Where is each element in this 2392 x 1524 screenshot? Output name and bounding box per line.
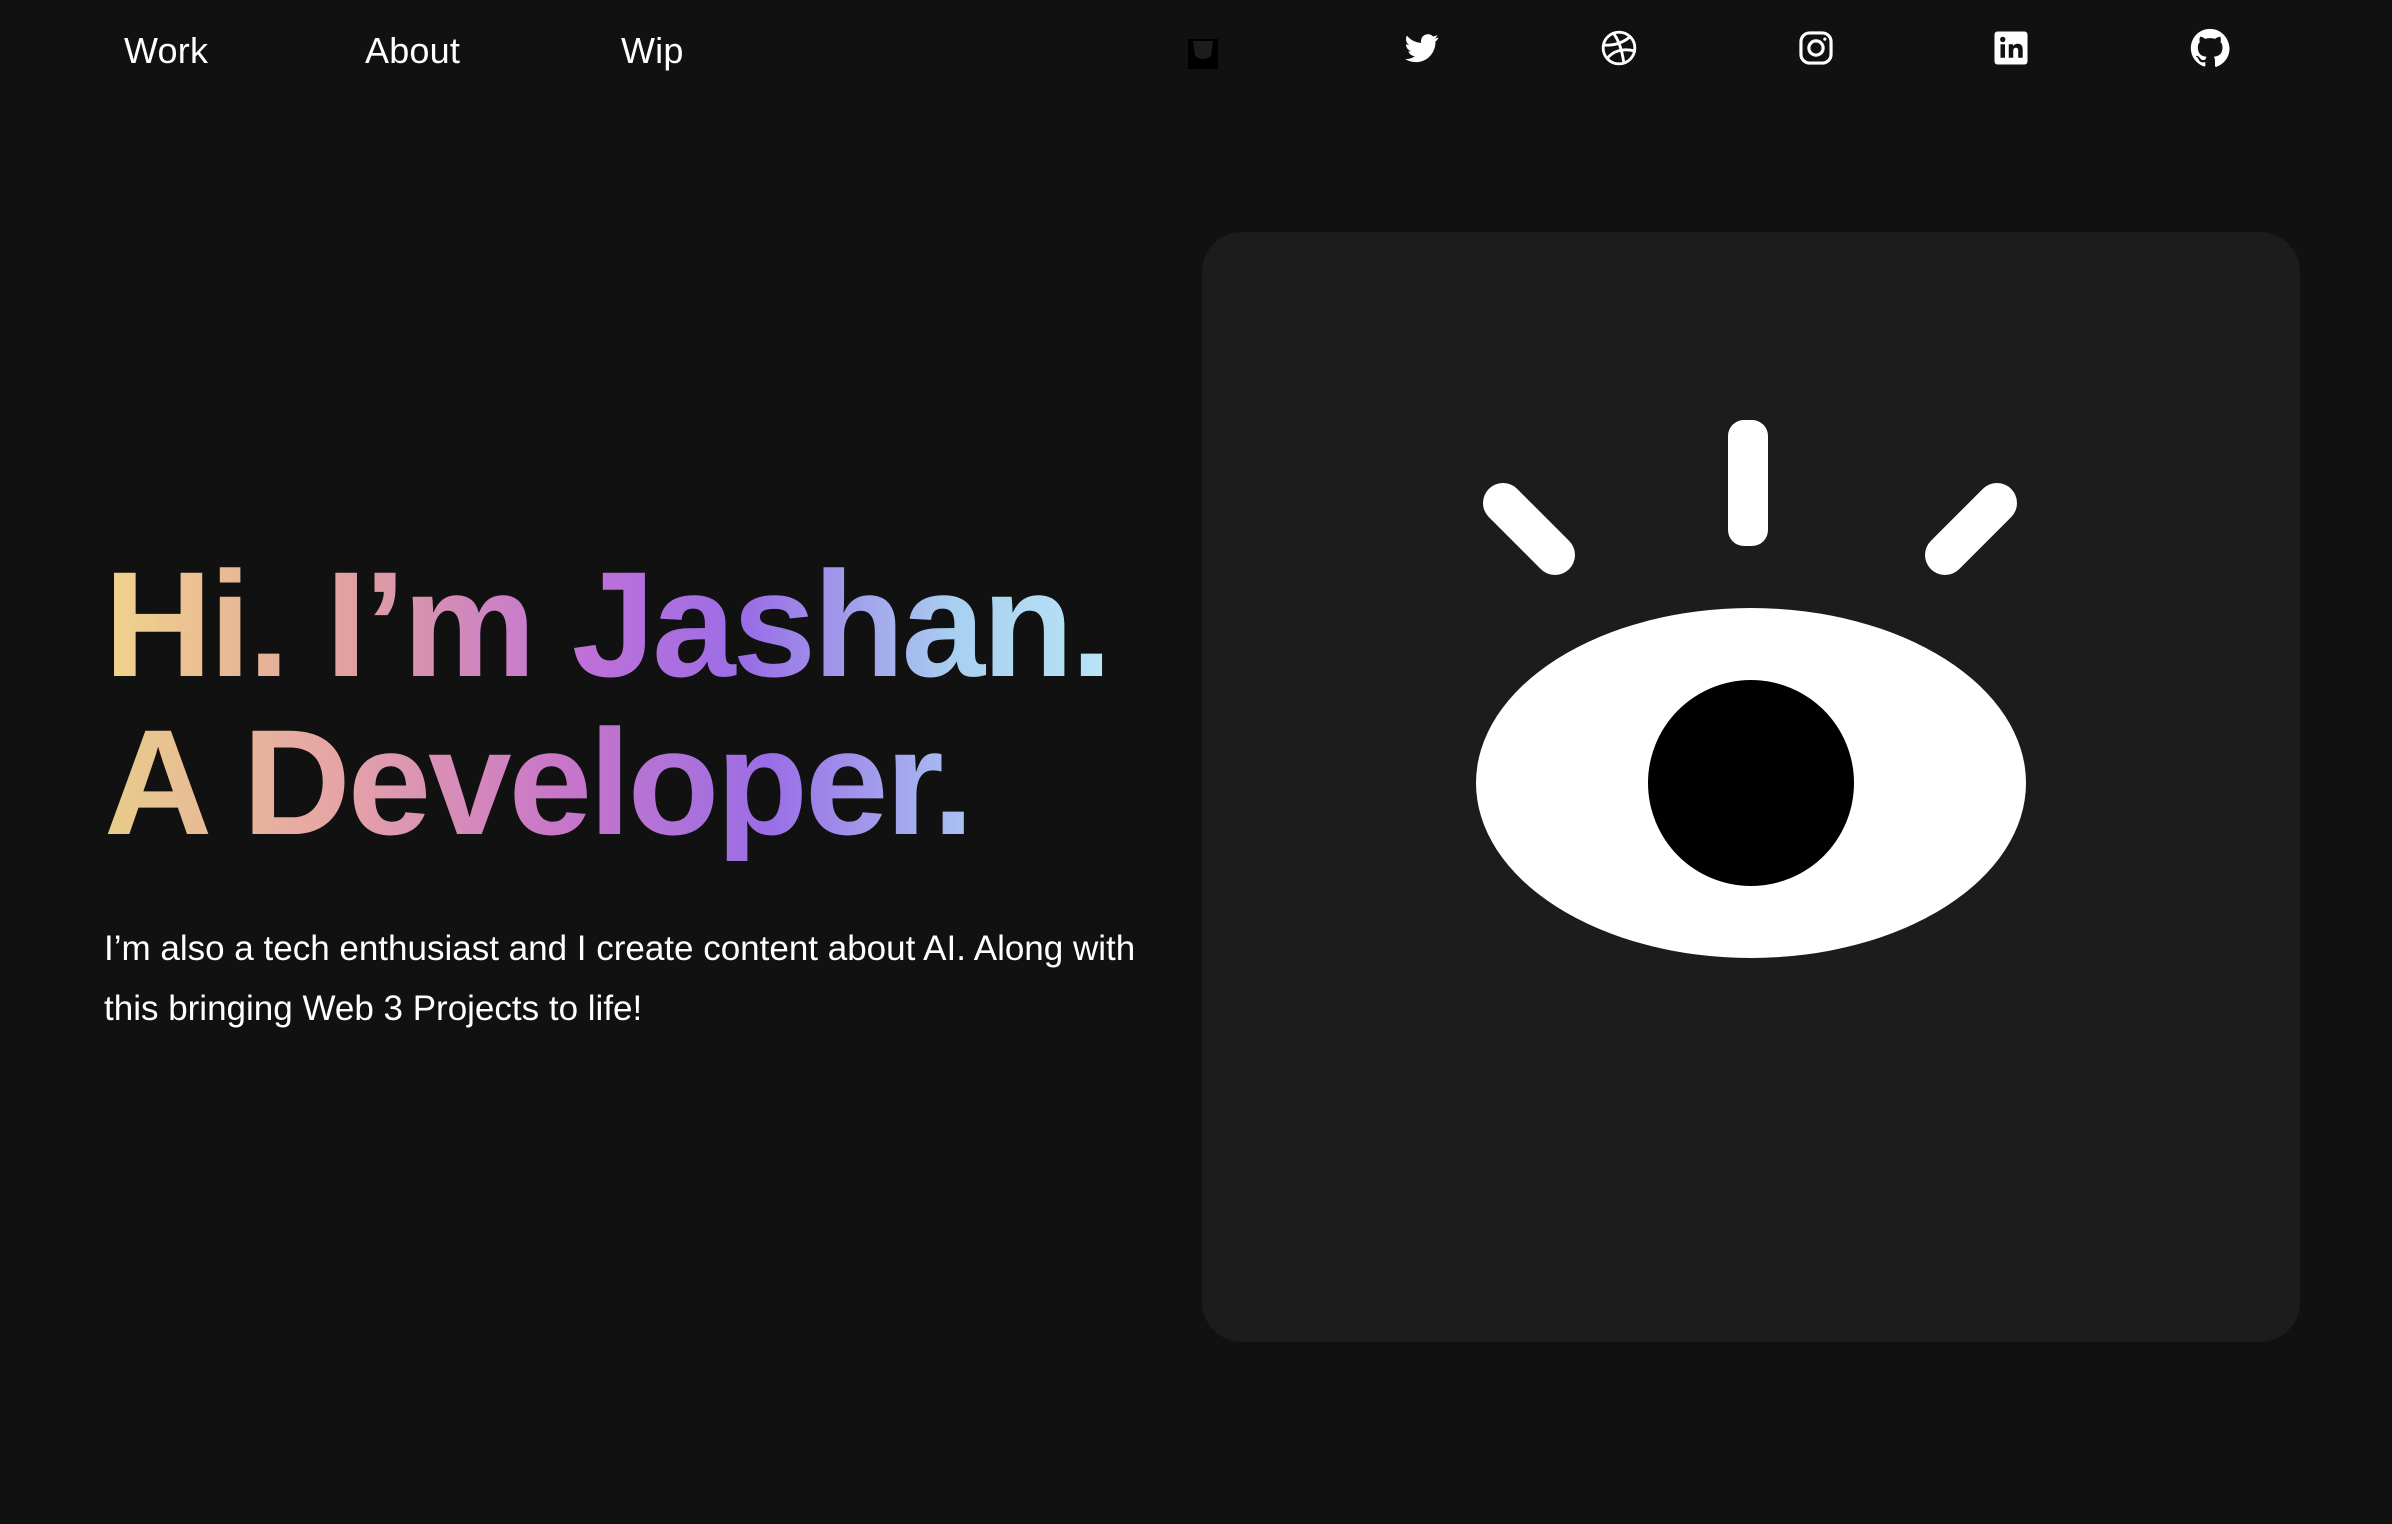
dribbble-link[interactable]	[1599, 28, 1639, 68]
instagram-link[interactable]	[1796, 28, 1836, 68]
eye-lash-center	[1728, 420, 1768, 546]
headline-line-2: A Developer.	[104, 703, 1144, 861]
buy-me-a-coffee-link[interactable]	[1183, 34, 1223, 74]
buy-me-a-coffee-icon	[1186, 37, 1220, 71]
github-link[interactable]	[2190, 28, 2230, 68]
top-nav: Work About Wip	[0, 0, 2392, 110]
eye-icon	[1476, 420, 2026, 958]
dribbble-icon	[1600, 29, 1638, 67]
nav-link-wip[interactable]: Wip	[621, 30, 684, 72]
linkedin-icon	[1993, 30, 2029, 66]
headline-line-1: Hi. I’m Jashan.	[104, 545, 1144, 703]
page: Work About Wip Hi. I’m Jashan. A Develop…	[0, 0, 2392, 1524]
hero-section: Hi. I’m Jashan. A Developer. I’m also a …	[104, 545, 1144, 1039]
twitter-link[interactable]	[1402, 28, 1442, 68]
hero-headline: Hi. I’m Jashan. A Developer.	[104, 545, 1144, 861]
eye-lash-left	[1483, 483, 1575, 575]
github-icon	[2190, 28, 2230, 68]
nav-link-about[interactable]: About	[365, 30, 460, 72]
illustration-card	[1202, 232, 2300, 1342]
hero-subtitle: I’m also a tech enthusiast and I create …	[104, 929, 1136, 1028]
linkedin-link[interactable]	[1991, 28, 2031, 68]
eye-lash-right	[1925, 483, 2017, 575]
twitter-icon	[1403, 31, 1441, 65]
nav-link-work[interactable]: Work	[124, 30, 208, 72]
eye-pupil	[1648, 680, 1854, 886]
instagram-icon	[1797, 29, 1835, 67]
